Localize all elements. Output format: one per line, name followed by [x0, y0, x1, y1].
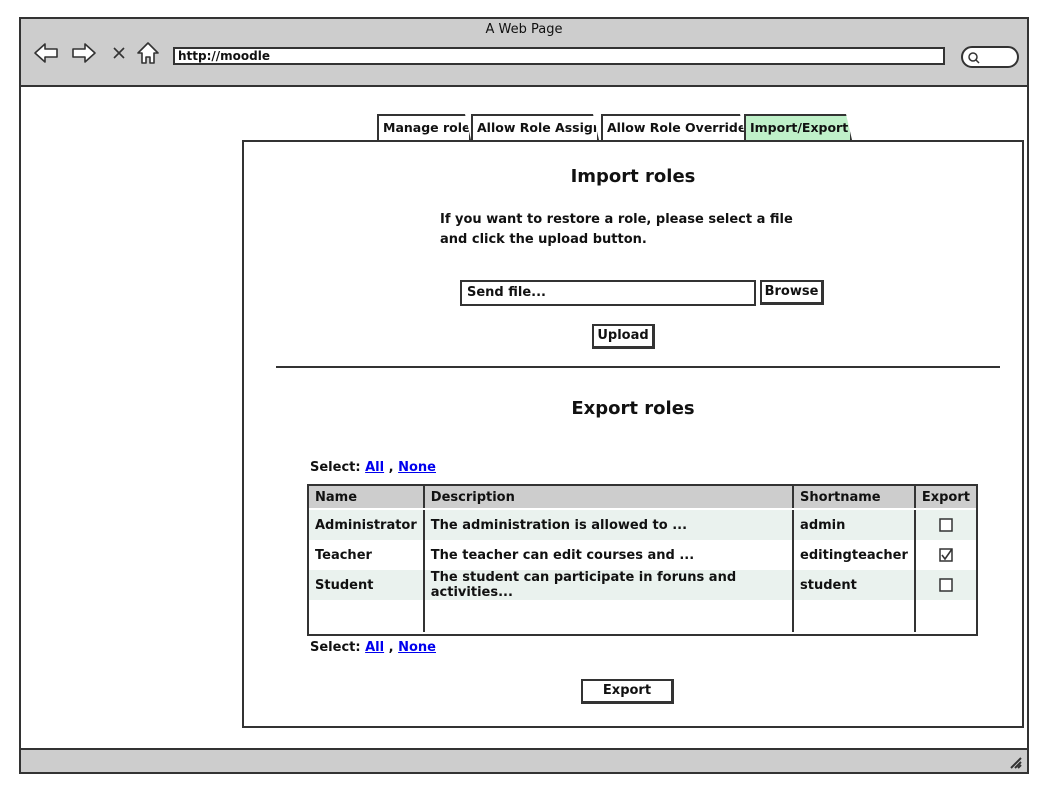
- select-label: Select:: [310, 460, 361, 475]
- empty-cell: [309, 600, 424, 632]
- empty-cell: [422, 600, 794, 632]
- role-name: Student: [309, 570, 424, 600]
- upload-button[interactable]: Upload: [592, 324, 655, 349]
- select-separator: ,: [388, 460, 394, 475]
- select-row-top: Select: All , None: [310, 460, 436, 475]
- tab-manage-roles[interactable]: Manage roles: [377, 114, 471, 140]
- select-row-bottom: Select: All , None: [310, 640, 436, 655]
- home-icon[interactable]: [135, 41, 161, 65]
- forward-arrow-icon[interactable]: [71, 41, 97, 65]
- role-name: Administrator: [309, 509, 424, 540]
- section-divider: [276, 366, 1000, 368]
- select-all-link[interactable]: All: [365, 460, 384, 475]
- role-shortname: admin: [792, 509, 915, 540]
- select-separator: ,: [388, 640, 394, 655]
- browse-button[interactable]: Browse: [760, 280, 824, 305]
- table-row: Teacher The teacher can edit courses and…: [309, 540, 976, 570]
- window-title: A Web Page: [485, 22, 563, 37]
- table-row: Student The student can participate in f…: [309, 570, 976, 600]
- url-input[interactable]: http://moodle: [173, 47, 945, 65]
- back-arrow-icon[interactable]: [33, 41, 59, 65]
- send-file-input[interactable]: Send file...: [460, 280, 756, 306]
- empty-cell: [792, 600, 915, 632]
- browser-titlebar: A Web Page http://moodle: [21, 19, 1027, 87]
- export-checkbox-student[interactable]: [939, 578, 953, 592]
- select-none-link[interactable]: None: [398, 640, 436, 655]
- tab-import-export[interactable]: Import/Export: [744, 114, 852, 140]
- export-checkbox-administrator[interactable]: [939, 518, 953, 532]
- import-roles-title: Import roles: [570, 166, 696, 187]
- select-label: Select:: [310, 640, 361, 655]
- browser-search-field[interactable]: [961, 46, 1019, 68]
- column-header-export: Export: [913, 486, 976, 510]
- export-cell: [913, 540, 976, 570]
- tab-label: Allow Role Assigns: [477, 120, 610, 135]
- roles-table: Name Description Shortname Export Admini…: [307, 484, 978, 636]
- role-description: The student can participate in foruns an…: [422, 570, 794, 600]
- table-header-row: Name Description Shortname Export: [309, 486, 976, 510]
- tab-allow-role-assigns[interactable]: Allow Role Assigns: [471, 114, 599, 140]
- table-row: Administrator The administration is allo…: [309, 509, 976, 540]
- export-cell: [913, 509, 976, 540]
- select-all-link[interactable]: All: [365, 640, 384, 655]
- column-header-description: Description: [422, 486, 794, 510]
- tab-label: Import/Export: [750, 120, 849, 135]
- tab-allow-role-overrides[interactable]: Allow Role Overrides: [601, 114, 746, 140]
- empty-cell: [913, 600, 976, 632]
- tab-label: Allow Role Overrides: [607, 120, 754, 135]
- export-button[interactable]: Export: [581, 679, 674, 704]
- browser-statusbar: [21, 748, 1027, 772]
- select-none-link[interactable]: None: [398, 460, 436, 475]
- export-checkbox-teacher[interactable]: [939, 548, 953, 562]
- resize-grip-icon[interactable]: [1007, 754, 1023, 770]
- table-empty-row: [309, 600, 976, 632]
- search-icon: [968, 52, 980, 64]
- export-roles-title: Export roles: [571, 398, 695, 419]
- export-cell: [913, 570, 976, 600]
- role-description: The teacher can edit courses and ...: [422, 540, 794, 570]
- tab-label: Manage roles: [383, 120, 478, 135]
- column-header-shortname: Shortname: [792, 486, 915, 510]
- role-name: Teacher: [315, 547, 372, 563]
- column-header-name: Name: [309, 486, 424, 510]
- role-description: The administration is allowed to ...: [422, 509, 794, 540]
- import-instructions: If you want to restore a role, please se…: [440, 212, 793, 247]
- role-shortname: editingteacher: [792, 540, 915, 570]
- stop-x-icon[interactable]: [109, 41, 129, 65]
- role-shortname: student: [792, 570, 915, 600]
